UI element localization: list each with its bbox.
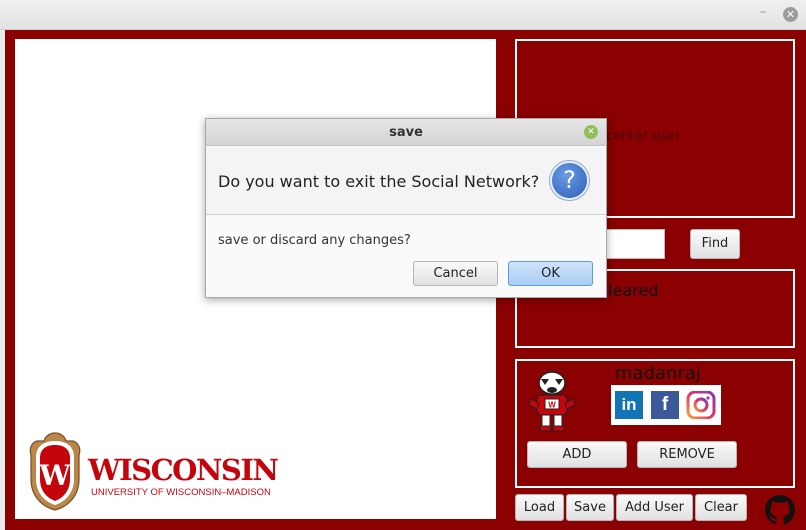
username-label: madanraj xyxy=(615,363,701,384)
cancel-button[interactable]: Cancel xyxy=(413,261,498,286)
logo-wordmark: WISCONSIN xyxy=(88,453,279,487)
add-friend-button[interactable]: ADD xyxy=(527,441,627,468)
question-icon: ? xyxy=(550,161,589,200)
load-button[interactable]: Load xyxy=(515,494,564,521)
wisconsin-logo: W WISCONSIN UNIVERSITY OF WISCONSIN–MADI… xyxy=(27,431,279,511)
close-window-icon[interactable]: ✕ xyxy=(783,7,798,22)
remove-friend-button[interactable]: REMOVE xyxy=(637,441,737,468)
svg-text:W: W xyxy=(548,401,556,410)
crest-letter: W xyxy=(38,459,71,492)
save-dialog: save ✕ Do you want to exit the Social Ne… xyxy=(205,118,607,298)
minimize-icon[interactable]: – xyxy=(756,5,770,20)
dialog-content-text: save or discard any changes? xyxy=(218,233,411,248)
github-icon[interactable] xyxy=(765,495,795,525)
save-button[interactable]: Save xyxy=(566,494,614,521)
clear-button[interactable]: Clear xyxy=(695,494,747,521)
bucky-badger-icon: W xyxy=(528,371,576,432)
ok-button[interactable]: OK xyxy=(508,261,593,286)
facebook-icon[interactable]: f xyxy=(651,391,679,419)
dialog-title: save xyxy=(206,119,606,146)
instagram-icon[interactable] xyxy=(686,390,716,420)
find-button[interactable]: Find xyxy=(690,229,740,259)
linkedin-icon[interactable]: in xyxy=(615,391,643,419)
user-card-panel: W madanraj in f ADD REMOVE xyxy=(515,359,795,488)
wisconsin-crest-icon: W xyxy=(29,432,81,511)
dialog-header-text: Do you want to exit the Social Network? xyxy=(218,172,540,191)
dialog-header: Do you want to exit the Social Network? … xyxy=(206,147,606,215)
add-user-button[interactable]: Add User xyxy=(616,494,693,521)
social-links: in f xyxy=(611,385,721,425)
window-titlebar: – ✕ xyxy=(0,0,806,30)
logo-subtitle: UNIVERSITY OF WISCONSIN–MADISON xyxy=(91,487,271,498)
dialog-close-icon[interactable]: ✕ xyxy=(584,125,598,139)
